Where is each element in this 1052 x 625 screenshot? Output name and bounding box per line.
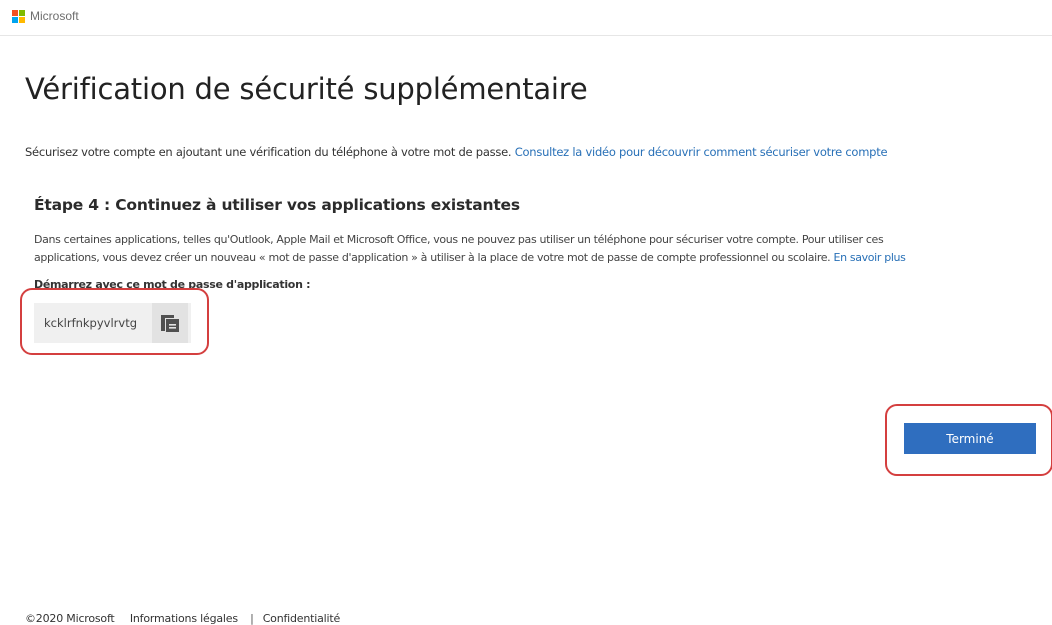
description-line-1: Dans certaines applications, telles qu'O…	[34, 233, 884, 246]
learn-more-link[interactable]: En savoir plus	[834, 251, 906, 264]
highlight-done-annotation	[885, 404, 1052, 476]
privacy-link[interactable]: Confidentialité	[263, 612, 341, 625]
top-bar: Microsoft	[0, 0, 1052, 36]
step-title: Étape 4 : Continuez à utiliser vos appli…	[34, 196, 520, 214]
footer: ©2020 Microsoft Informations légales | Co…	[25, 612, 340, 625]
description-line-2-text: applications, vous devez créer un nouvea…	[34, 251, 831, 264]
intro-text: Sécurisez votre compte en ajoutant une v…	[25, 145, 888, 159]
highlight-password-annotation	[20, 288, 209, 355]
footer-separator: |	[250, 612, 254, 625]
microsoft-logo: Microsoft	[12, 9, 79, 23]
description-line-2: applications, vous devez créer un nouvea…	[34, 249, 1040, 267]
intro-description: Sécurisez votre compte en ajoutant une v…	[25, 145, 512, 159]
microsoft-logo-icon	[12, 9, 25, 23]
copyright-text: ©2020 Microsoft	[25, 612, 115, 625]
video-link[interactable]: Consultez la vidéo pour découvrir commen…	[515, 145, 888, 159]
step-description: Dans certaines applications, telles qu'O…	[34, 231, 1040, 267]
legal-link[interactable]: Informations légales	[130, 612, 238, 625]
page-title: Vérification de sécurité supplémentaire	[25, 72, 588, 106]
brand-name: Microsoft	[30, 9, 79, 23]
